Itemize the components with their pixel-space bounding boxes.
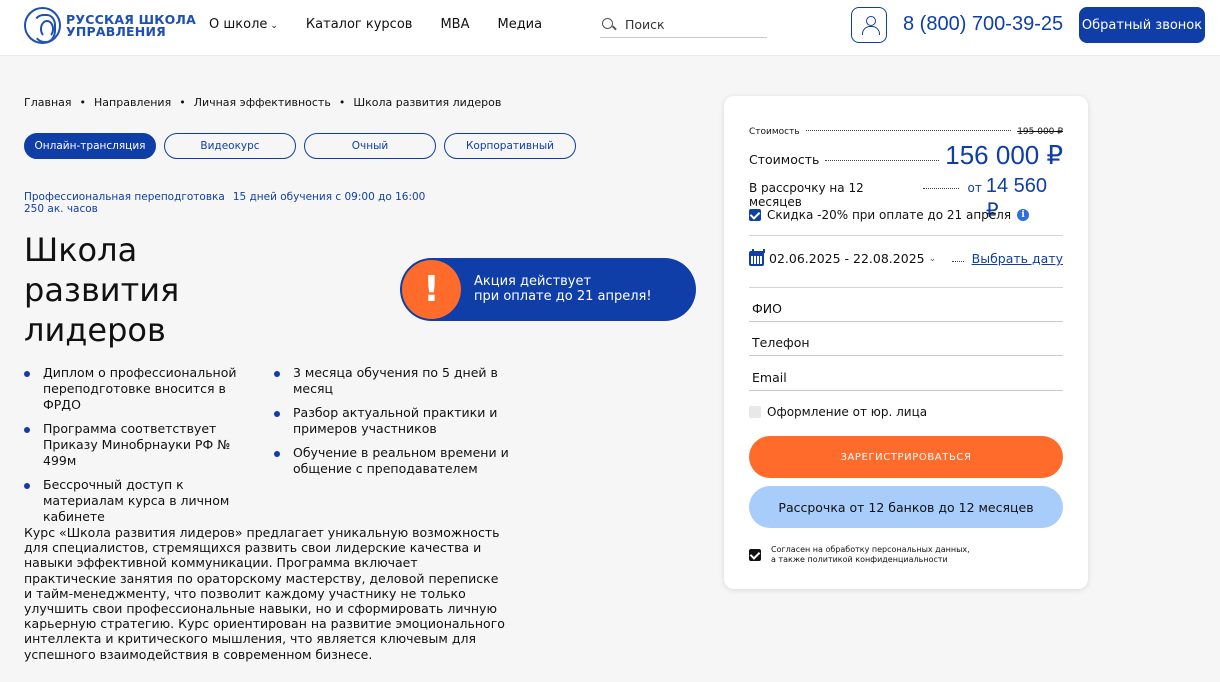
exclamation-icon: !: [402, 260, 461, 319]
format-tabs: Онлайн-трансляция Видеокурс Очный Корпор…: [24, 133, 584, 159]
phone-field[interactable]: [749, 330, 1063, 356]
nav-mba[interactable]: MBA: [440, 17, 469, 32]
breadcrumb-home[interactable]: Главная: [24, 96, 72, 109]
checkbox-checked-icon[interactable]: [749, 209, 761, 221]
registration-card: Стоимость 195 000 ₽ Стоимость 156 000 ₽ …: [724, 96, 1088, 589]
callback-button[interactable]: Обратный звонок: [1079, 7, 1205, 43]
phone-number[interactable]: 8 (800) 700-39-25: [903, 13, 1063, 36]
breadcrumb-separator: •: [338, 96, 346, 109]
email-field[interactable]: [749, 365, 1063, 391]
list-item: Разбор актуальной практики и примеров уч…: [274, 405, 514, 437]
divider: [749, 287, 1063, 288]
list-item: Обучение в реальном времени и общение с …: [274, 445, 514, 477]
breadcrumb-separator: •: [79, 96, 87, 109]
date-selector: 02.06.2025 - 22.08.2025 ⌄ Выбрать дату: [749, 249, 1063, 266]
nav-about[interactable]: О школе ⌄: [209, 17, 278, 32]
breadcrumb-separator: •: [179, 96, 186, 109]
breadcrumb-personal-effectiveness[interactable]: Личная эффективность: [194, 96, 331, 109]
date-range[interactable]: 02.06.2025 - 22.08.2025: [769, 251, 925, 266]
installment-button[interactable]: Рассрочка от 12 банков до 12 месяцев: [749, 486, 1063, 528]
tab-corporate[interactable]: Корпоративный: [444, 133, 576, 159]
chevron-down-icon: ⌄: [270, 21, 278, 31]
search-icon[interactable]: [602, 17, 616, 32]
program-type: Профессиональная переподготовка: [24, 191, 225, 203]
logo-emblem-icon: [24, 7, 61, 44]
logo-text: РУССКАЯ ШКОЛА УПРАВЛЕНИЯ: [66, 11, 196, 39]
old-price: 195 000 ₽: [1017, 127, 1063, 137]
dotted-leader: [805, 130, 1012, 131]
search-input[interactable]: [625, 17, 755, 32]
program-hours: 250 ак. часов: [24, 203, 98, 215]
chevron-down-icon[interactable]: ⌄: [929, 254, 937, 264]
dotted-leader: [825, 160, 940, 161]
breadcrumb: Главная • Направления • Личная эффективн…: [24, 96, 501, 109]
register-button[interactable]: ЗАРЕГИСТРИРОВАТЬСЯ: [749, 436, 1063, 478]
nav-media[interactable]: Медиа: [497, 17, 542, 32]
school-logo[interactable]: РУССКАЯ ШКОЛА УПРАВЛЕНИЯ: [24, 7, 196, 44]
promo-text: Акция действует при оплате до 21 апреля!: [474, 274, 652, 304]
list-item: Программа соответствует Приказу Минобрна…: [24, 421, 264, 469]
price-row: Стоимость 156 000 ₽: [749, 140, 1063, 170]
user-icon: [862, 16, 880, 35]
main-nav: О школе ⌄ Каталог курсов MBA Медиа: [209, 17, 570, 32]
breadcrumb-directions[interactable]: Направления: [94, 96, 171, 109]
tab-offline[interactable]: Очный: [304, 133, 436, 159]
calendar-icon: [749, 249, 765, 266]
promo-banner: ! Акция действует при оплате до 21 апрел…: [400, 258, 696, 321]
page-title: Школа развития лидеров: [24, 231, 180, 349]
checkbox-empty-icon[interactable]: [749, 406, 761, 418]
legal-entity-checkbox[interactable]: Оформление от юр. лица: [749, 405, 927, 419]
consent-text: Согласен на обработку персональных данны…: [771, 545, 970, 564]
name-field[interactable]: [749, 296, 1063, 322]
info-icon[interactable]: i: [1017, 209, 1030, 221]
course-description: Курс «Школа развития лидеров» предлагает…: [24, 525, 505, 662]
discount-checkbox[interactable]: Скидка -20% при оплате до 21 апреля i: [749, 208, 1030, 222]
pick-date-link[interactable]: Выбрать дату: [972, 251, 1063, 266]
search-box: [600, 12, 767, 38]
tab-video[interactable]: Видеокурс: [164, 133, 296, 159]
list-item: Диплом о профессиональной переподготовке…: [24, 365, 264, 413]
nav-catalog[interactable]: Каталог курсов: [306, 17, 413, 32]
checkbox-checked-icon[interactable]: [749, 549, 761, 561]
divider: [749, 235, 1063, 236]
breadcrumb-current: Школа развития лидеров: [353, 96, 502, 109]
current-price: 156 000 ₽: [945, 140, 1063, 170]
dotted-leader: [952, 261, 964, 262]
features-list-left: Диплом о профессиональной переподготовке…: [24, 365, 264, 533]
program-schedule: 15 дней обучения с 09:00 до 16:00: [232, 191, 426, 203]
dotted-leader: [923, 188, 960, 189]
list-item: Бессрочный доступ к материалам курса в л…: [24, 477, 264, 525]
list-item: 3 месяца обучения по 5 дней в месяц: [274, 365, 514, 397]
tab-online[interactable]: Онлайн-трансляция: [24, 133, 156, 159]
old-price-row: Стоимость 195 000 ₽: [749, 127, 1063, 137]
consent-checkbox[interactable]: Согласен на обработку персональных данны…: [749, 545, 970, 565]
course-meta: Профессиональная переподготовка 15 дней о…: [24, 191, 444, 215]
profile-button[interactable]: [851, 7, 887, 43]
features-list-right: 3 месяца обучения по 5 дней в месяц Разб…: [274, 365, 514, 485]
site-header: РУССКАЯ ШКОЛА УПРАВЛЕНИЯ О школе ⌄ Катало…: [0, 0, 1220, 56]
